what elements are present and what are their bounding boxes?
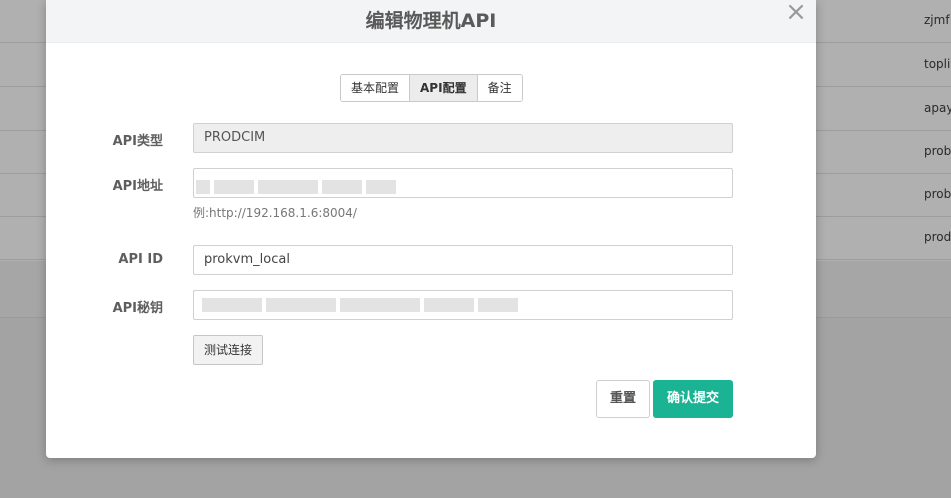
- close-icon[interactable]: ×: [784, 0, 808, 26]
- table-cell: prob: [924, 187, 951, 201]
- tab-bar: 基本配置 API配置 备注: [340, 74, 523, 102]
- test-connection-button[interactable]: 测试连接: [193, 335, 263, 365]
- tab-api-config[interactable]: API配置: [410, 75, 478, 101]
- table-cell: topli: [924, 57, 951, 71]
- edit-api-modal: 编辑物理机API × 基本配置 API配置 备注 API类型 PRODCIM A…: [46, 0, 816, 458]
- redacted-value: [196, 180, 426, 194]
- table-cell: prob: [924, 144, 951, 158]
- api-type-label: API类型: [112, 134, 163, 149]
- modal-title: 编辑物理机API: [365, 10, 497, 32]
- api-address-label: API地址: [112, 179, 163, 194]
- api-id-label: API ID: [118, 252, 163, 267]
- tab-remarks[interactable]: 备注: [477, 75, 522, 101]
- modal-header: 编辑物理机API ×: [46, 0, 816, 43]
- redacted-value: [196, 298, 526, 312]
- table-cell: apay: [924, 101, 951, 115]
- api-id-input[interactable]: prokvm_local: [193, 245, 733, 275]
- api-secret-label: API秘钥: [112, 301, 163, 316]
- tab-basic-config[interactable]: 基本配置: [341, 75, 411, 101]
- api-address-hint: 例:http://192.168.1.6:8004/: [193, 206, 357, 220]
- reset-button[interactable]: 重置: [596, 380, 650, 418]
- api-type-field: PRODCIM: [193, 123, 733, 153]
- submit-button[interactable]: 确认提交: [653, 380, 733, 418]
- table-cell: zjmf: [924, 13, 950, 27]
- table-cell: prod: [924, 230, 951, 244]
